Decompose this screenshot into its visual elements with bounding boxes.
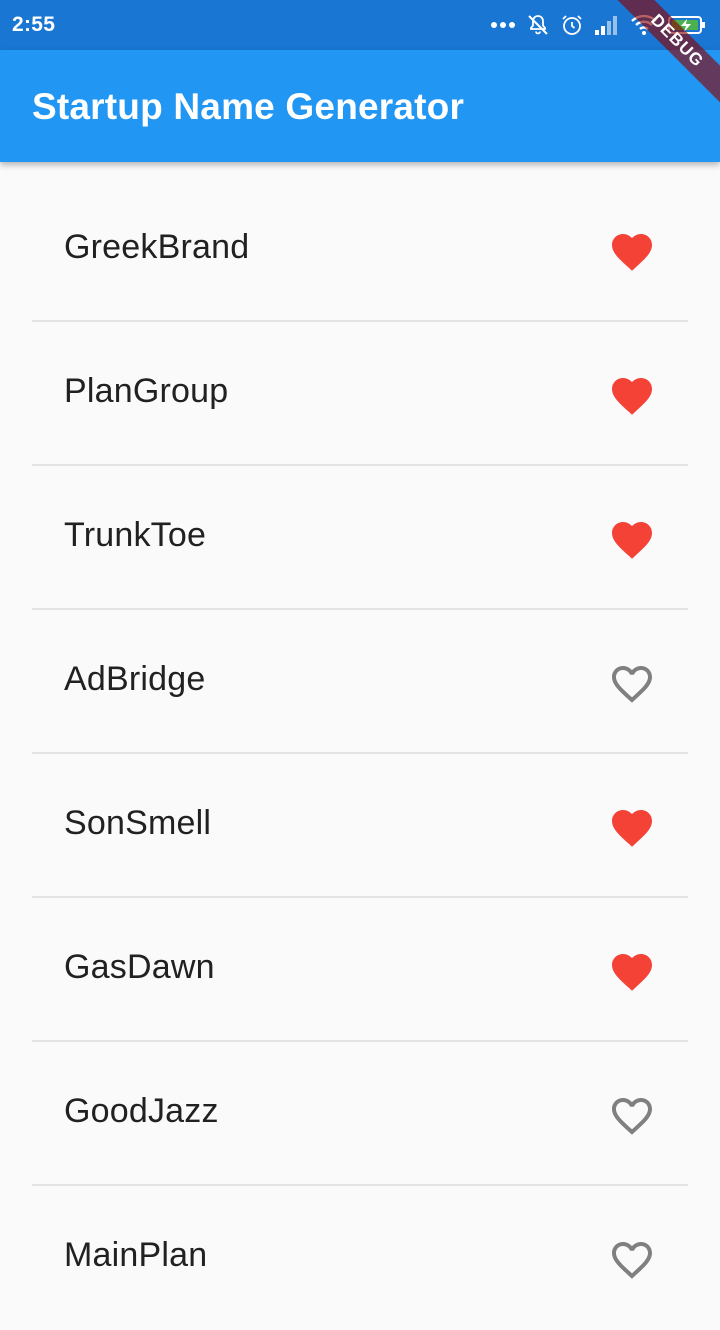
status-bar: 2:55 [0,0,720,50]
suggestion-name: PlanGroup [64,372,229,410]
favorite-border-icon[interactable] [608,1236,656,1284]
app-bar-title: Startup Name Generator [32,86,465,127]
app-bar: Startup Name Generator [0,50,720,162]
suggestion-name: TrunkToe [64,516,207,554]
list-item[interactable]: PlanGroup [0,322,720,466]
suggestion-name: GasDawn [64,948,215,986]
list-item[interactable]: GreekBrand [0,178,720,322]
status-time: 2:55 [12,13,56,36]
more-notifications-icon [490,20,516,30]
list-item[interactable]: AdBridge [0,610,720,754]
list-item[interactable]: GasDawn [0,898,720,1042]
favorite-icon[interactable] [608,804,656,852]
suggestion-name: SonSmell [64,804,212,842]
alarm-icon [560,13,584,37]
suggestion-name: GreekBrand [64,228,250,266]
status-icons [490,10,706,40]
favorite-icon[interactable] [608,516,656,564]
cell-signal-icon [594,14,620,36]
favorite-border-icon[interactable] [608,660,656,708]
favorite-icon[interactable] [608,948,656,996]
suggestion-name: GoodJazz [64,1092,219,1130]
list-item[interactable]: TrunkToe [0,466,720,610]
list-item[interactable]: MainPlan [0,1186,720,1330]
suggestion-name: MainPlan [64,1236,208,1274]
suggestions-list[interactable]: GreekBrand PlanGroup TrunkToe AdBridge S… [0,178,720,1330]
list-item[interactable]: SonSmell [0,754,720,898]
battery-charging-icon [668,15,706,35]
wifi-icon [630,14,658,36]
favorite-icon[interactable] [608,228,656,276]
favorite-icon[interactable] [608,372,656,420]
favorite-border-icon[interactable] [608,1092,656,1140]
list-item[interactable]: GoodJazz [0,1042,720,1186]
notifications-off-icon [526,13,550,37]
suggestion-name: AdBridge [64,660,206,698]
